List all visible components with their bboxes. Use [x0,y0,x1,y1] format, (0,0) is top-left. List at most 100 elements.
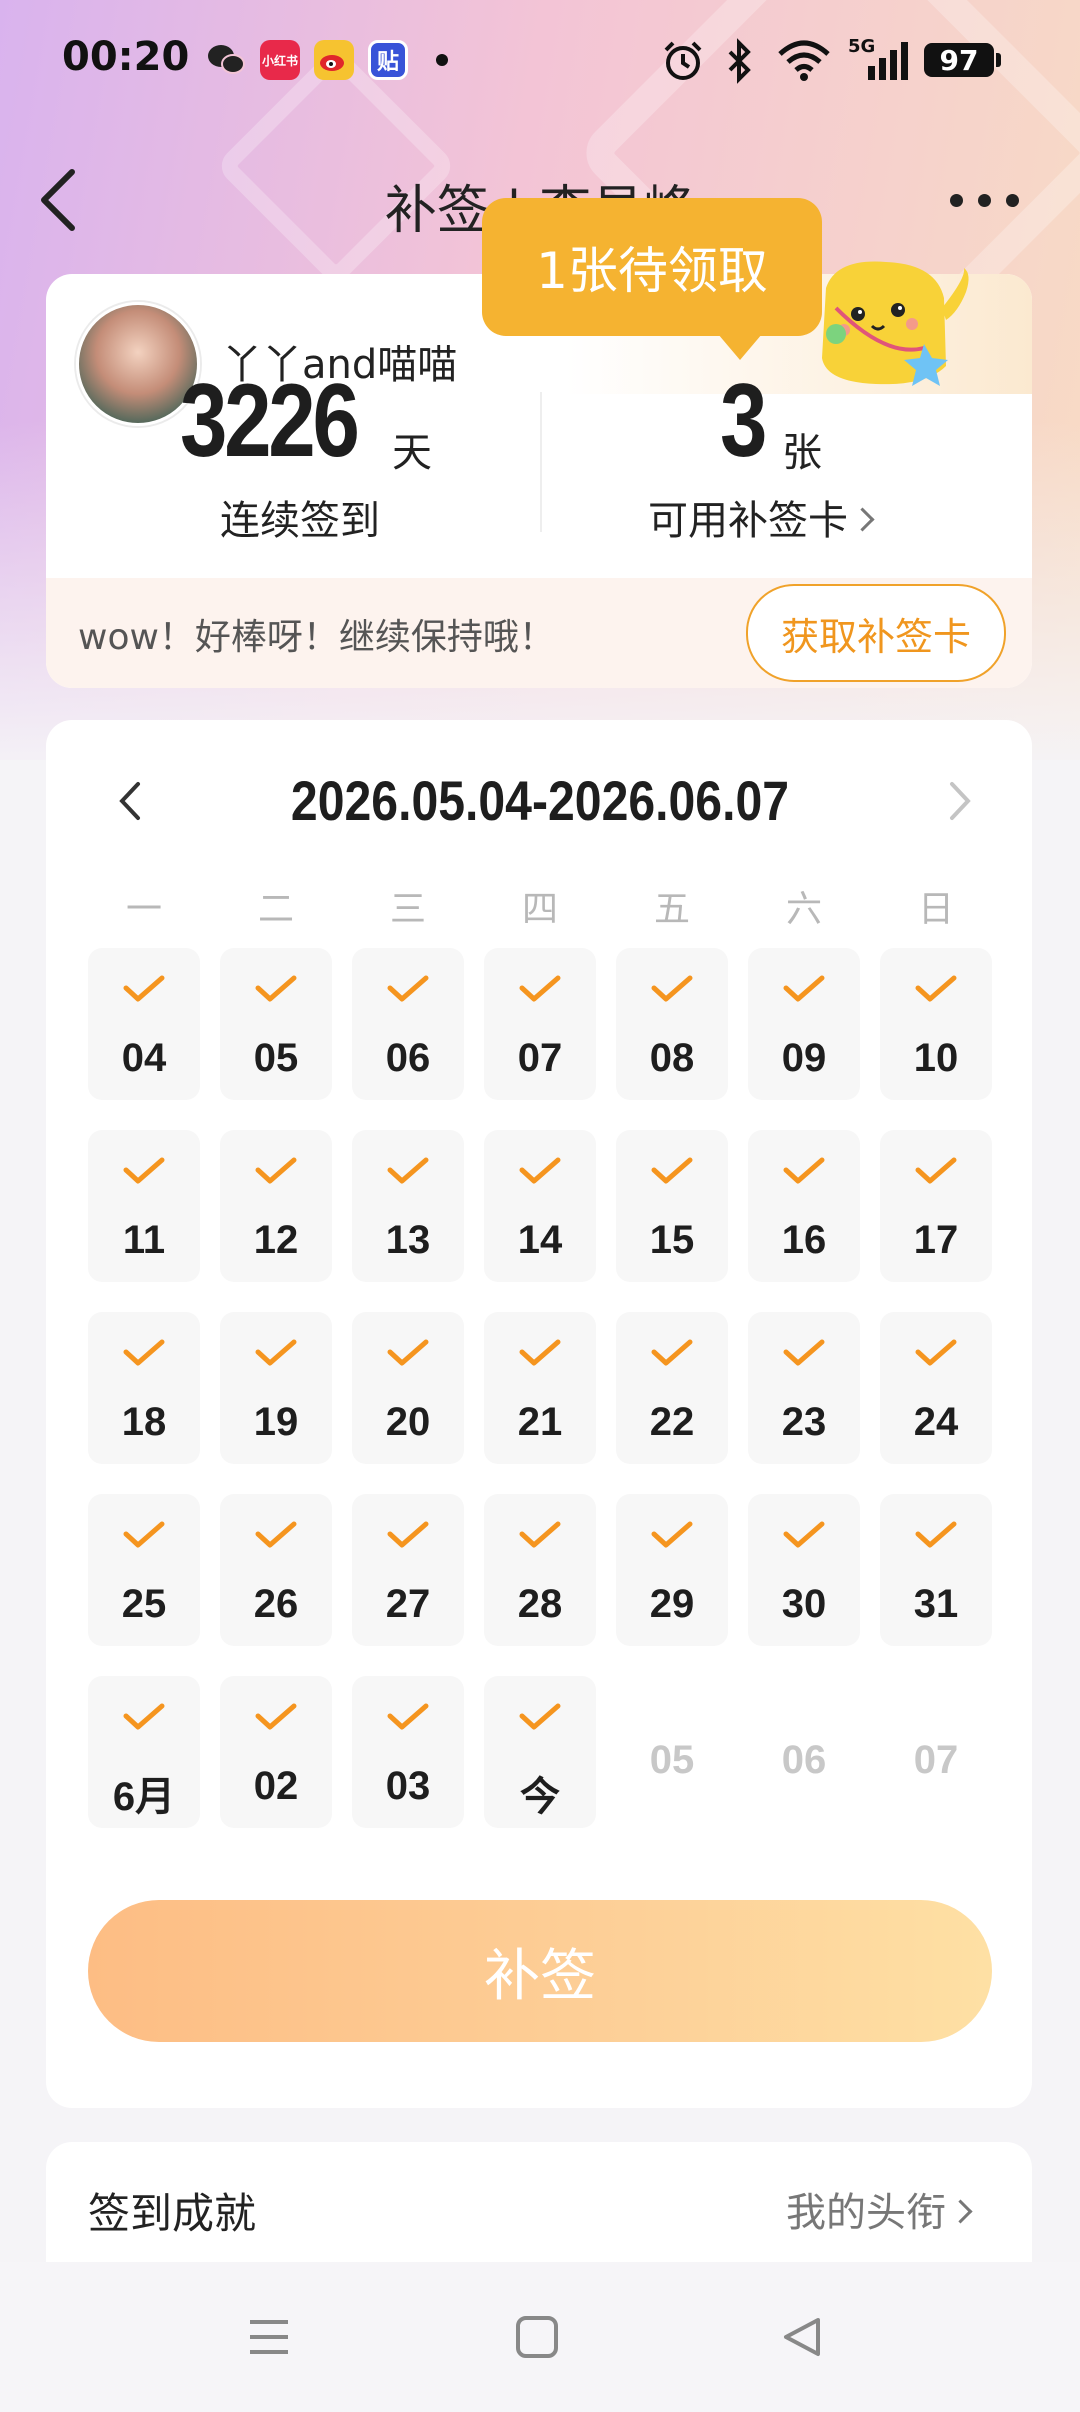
calendar-day-label: 19 [253,1400,299,1444]
checkmark-icon [915,1339,957,1366]
calendar-day-label: 今 [520,1775,560,1819]
calendar-day[interactable]: 06 [352,948,464,1100]
calendar-day[interactable]: 11 [88,1130,200,1282]
checkmark-icon [255,1521,297,1548]
calendar-day[interactable]: 08 [616,948,728,1100]
achievement-title: 签到成就 [88,2189,257,2238]
checkmark-icon [123,1521,165,1548]
calendar-day[interactable]: 14 [484,1130,596,1282]
calendar-day[interactable]: 今 [484,1676,596,1828]
calendar-day[interactable]: 20 [352,1312,464,1464]
home-icon[interactable] [512,2314,562,2360]
checkmark-icon [915,1157,957,1184]
checkmark-icon [915,975,957,1002]
xiaohongshu-icon: 小红书 [260,40,300,80]
my-titles-link[interactable]: 我的头衔 [786,2180,973,2238]
calendar-day-label: 09 [781,1036,827,1080]
calendar-day-label: 22 [649,1400,695,1444]
streak-days-count: 3226 [180,363,360,479]
checkmark-icon [651,1157,693,1184]
available-cards-label: 可用补签卡 [648,498,848,544]
calendar-day[interactable]: 12 [220,1130,332,1282]
calendar-day-label: 08 [649,1036,695,1080]
calendar-day[interactable]: 31 [880,1494,992,1646]
calendar-day-label: 29 [649,1582,695,1626]
calendar-day-label: 15 [649,1218,695,1262]
calendar-day-label: 03 [385,1764,431,1808]
checkmark-icon [387,1157,429,1184]
calendar-day[interactable]: 30 [748,1494,860,1646]
calendar-day[interactable]: 02 [220,1676,332,1828]
calendar-day[interactable]: 29 [616,1494,728,1646]
more-options-button[interactable] [946,180,1026,220]
calendar-day[interactable]: 10 [880,948,992,1100]
menu-icon[interactable] [244,2314,294,2360]
wifi-icon [778,40,830,81]
calendar-day[interactable]: 25 [88,1494,200,1646]
more-notifications-dot [436,54,448,66]
calendar-day[interactable]: 15 [616,1130,728,1282]
weekday-label: 二 [257,889,294,930]
checkmark-icon [387,1339,429,1366]
status-time: 00:20 [62,34,190,80]
calendar-day[interactable]: 24 [880,1312,992,1464]
weekday-label: 三 [389,889,426,930]
checkmark-icon [915,1521,957,1548]
pending-card-bubble[interactable]: 1张待领取 [482,198,822,360]
calendar-day[interactable]: 03 [352,1676,464,1828]
calendar-day[interactable]: 28 [484,1494,596,1646]
checkmark-icon [387,1703,429,1730]
checkmark-icon [387,975,429,1002]
my-titles-label: 我的头衔 [786,2190,946,2236]
available-cards-unit: 张 [782,430,822,476]
checkmark-icon [783,975,825,1002]
calendar-day: 07 [880,1676,992,1828]
calendar-day[interactable]: 21 [484,1312,596,1464]
calendar-day-label: 31 [913,1582,959,1626]
calendar-day[interactable]: 19 [220,1312,332,1464]
calendar-day[interactable]: 04 [88,948,200,1100]
calendar-day[interactable]: 6月 [88,1676,200,1828]
weekday-label: 日 [917,889,954,930]
calendar-day[interactable]: 07 [484,948,596,1100]
calendar-day[interactable]: 22 [616,1312,728,1464]
battery-indicator: 97 [924,43,1001,77]
calendar-day[interactable]: 16 [748,1130,860,1282]
calendar-day[interactable]: 17 [880,1130,992,1282]
back-nav-icon[interactable] [778,2314,828,2360]
status-bar: 00:20 小红书 贴 5G 97 [0,0,1080,120]
calendar-day[interactable]: 05 [220,948,332,1100]
calendar-day[interactable]: 13 [352,1130,464,1282]
encouragement-text: wow！好棒呀！继续保持哦！ [78,617,555,658]
makeup-sign-button[interactable]: 补签 [88,1900,992,2042]
chevron-right-icon [948,2198,973,2224]
checkmark-icon [123,1339,165,1366]
checkmark-icon [519,975,561,1002]
weekday-label: 四 [521,889,558,930]
checkmark-icon [123,975,165,1002]
checkmark-icon [255,1339,297,1366]
calendar-day[interactable]: 09 [748,948,860,1100]
checkmark-icon [651,1339,693,1366]
checkmark-icon [123,1157,165,1184]
calendar-day-label: 27 [385,1582,431,1626]
get-card-button[interactable]: 获取补签卡 [746,584,1006,682]
calendar-day-label: 24 [913,1400,959,1444]
chevron-right-icon [850,506,875,532]
calendar-range: 2026.05.04-2026.06.07 [290,769,790,832]
checkmark-icon [783,1339,825,1366]
calendar-day-label: 26 [253,1582,299,1626]
calendar-day[interactable]: 18 [88,1312,200,1464]
checkmark-icon [651,975,693,1002]
checkmark-icon [519,1521,561,1548]
calendar-day[interactable]: 23 [748,1312,860,1464]
streak-days-unit: 天 [392,430,432,476]
calendar-day[interactable]: 27 [352,1494,464,1646]
calendar-day-label: 07 [913,1738,959,1782]
calendar-day-label: 16 [781,1218,827,1262]
checkmark-icon [255,975,297,1002]
available-cards-link[interactable]: 可用补签卡 [648,488,875,546]
next-period-button[interactable] [940,776,980,826]
calendar-day-label: 07 [517,1036,563,1080]
calendar-day[interactable]: 26 [220,1494,332,1646]
